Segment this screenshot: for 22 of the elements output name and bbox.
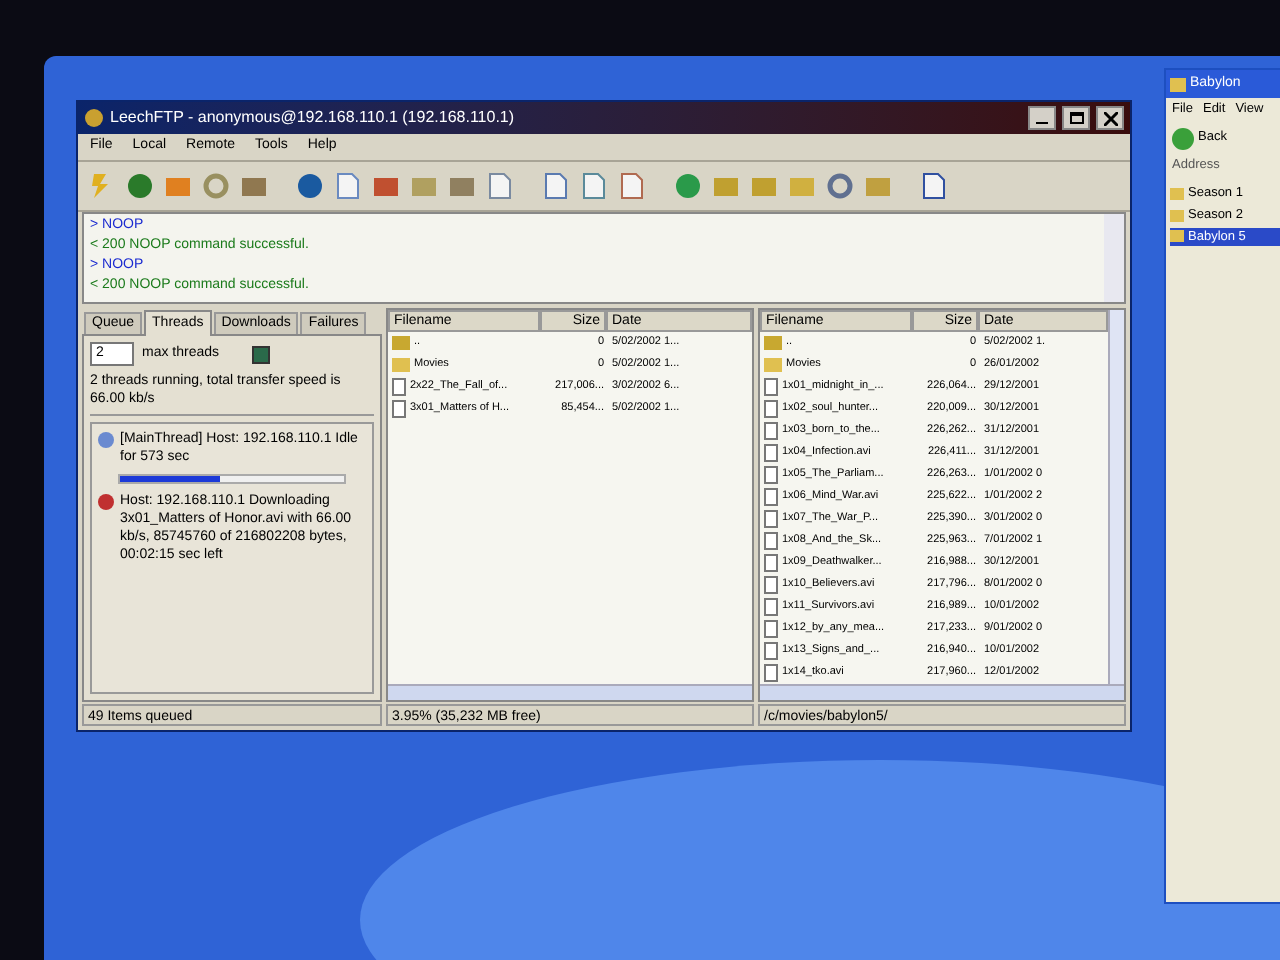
scrollbar[interactable] [760, 684, 1124, 700]
thread-icon [98, 432, 114, 448]
download-icon [98, 494, 114, 510]
folder-icon[interactable] [372, 172, 400, 200]
scrollbar[interactable] [1104, 214, 1124, 302]
window-title: LeechFTP - anonymous@192.168.110.1 (192.168.110.1) [110, 106, 517, 130]
maximize-button[interactable] [1062, 106, 1090, 130]
folder-icon[interactable] [448, 172, 476, 200]
document-icon[interactable] [580, 172, 608, 200]
document-icon[interactable] [542, 172, 570, 200]
close-button[interactable] [1096, 106, 1124, 130]
folder-icon [1170, 77, 1186, 91]
app-icon [84, 108, 104, 128]
document-icon[interactable] [334, 172, 362, 200]
document-icon[interactable] [618, 172, 646, 200]
ring-icon[interactable] [202, 172, 230, 200]
scrollbar[interactable] [388, 684, 752, 700]
document-icon[interactable] [486, 172, 514, 200]
minimize-button[interactable] [1028, 106, 1056, 130]
close-icon [1103, 111, 1117, 125]
scrollbar[interactable] [1108, 310, 1124, 684]
folder-icon[interactable] [410, 172, 438, 200]
